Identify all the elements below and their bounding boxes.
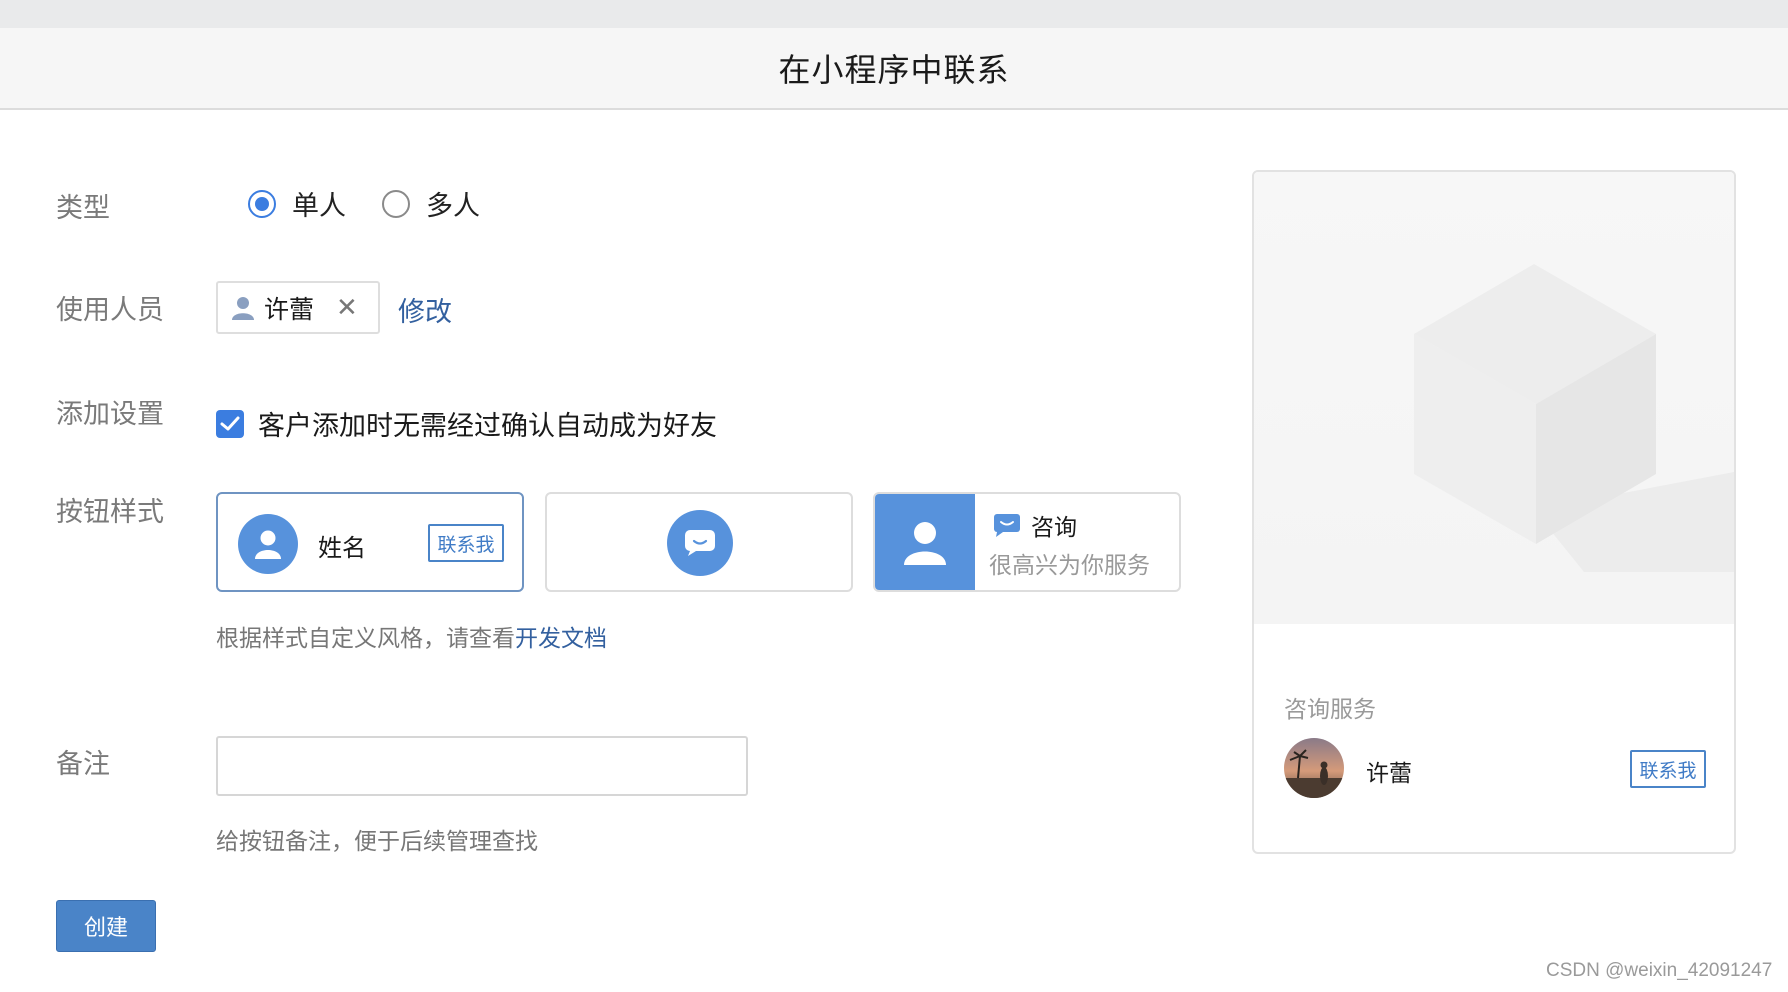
dev-docs-link[interactable]: 开发文档 (515, 626, 607, 652)
style-card-consult[interactable]: 咨询 很高兴为你服务 (873, 492, 1181, 592)
radio-single-label: 单人 (292, 191, 346, 222)
user-chip: 许蕾 ✕ (216, 281, 380, 334)
top-strip (0, 0, 1788, 28)
remark-input[interactable] (216, 736, 748, 796)
user-icon (232, 296, 254, 320)
cube-placeholder-icon (1414, 264, 1734, 572)
users-label: 使用人员 (56, 295, 164, 326)
remark-label: 备注 (56, 749, 110, 780)
auto-friend-checkbox[interactable] (216, 409, 244, 438)
radio-single[interactable]: 单人 (248, 184, 346, 223)
avatar (1284, 738, 1344, 798)
title-bar: 在小程序中联系 (0, 28, 1788, 110)
preview-person-name: 许蕾 (1366, 761, 1412, 787)
user-chip-name: 许蕾 (264, 294, 315, 324)
style-card-name[interactable]: 姓名 联系我 (216, 492, 524, 592)
add-settings-label: 添加设置 (56, 399, 164, 430)
radio-multiple[interactable]: 多人 (382, 184, 480, 223)
contact-me-tag: 联系我 (428, 524, 504, 562)
modify-link[interactable]: 修改 (398, 290, 452, 329)
auto-friend-text: 客户添加时无需经过确认自动成为好友 (258, 411, 717, 442)
check-icon (220, 416, 240, 430)
style-hint: 根据样式自定义风格，请查看开发文档 (216, 619, 607, 653)
style-card-chat[interactable] (545, 492, 853, 592)
avatar-person-icon (238, 514, 298, 574)
close-icon[interactable]: ✕ (336, 295, 358, 321)
button-style-label: 按钮样式 (56, 497, 164, 528)
radio-checked-icon (248, 189, 276, 218)
consult-title: 咨询 (993, 508, 1077, 542)
create-button[interactable]: 创建 (56, 900, 156, 952)
radio-multiple-label: 多人 (426, 191, 480, 222)
remark-hint: 给按钮备注，便于后续管理查找 (216, 829, 538, 855)
preview-panel: 咨询服务 许蕾 联系我 (1252, 170, 1736, 854)
person-silhouette-icon (875, 494, 975, 590)
placeholder-image (1254, 172, 1734, 624)
watermark: CSDN @weixin_42091247 (1546, 960, 1773, 981)
page-title: 在小程序中联系 (778, 51, 1010, 89)
card-name-text: 姓名 (318, 534, 366, 562)
auto-friend-row: 客户添加时无需经过确认自动成为好友 (216, 404, 717, 443)
chat-bubble-icon (667, 510, 733, 576)
radio-unchecked-icon (382, 189, 410, 218)
consult-title-text: 咨询 (1031, 515, 1077, 541)
consult-subtitle: 很高兴为你服务 (989, 553, 1150, 579)
service-label: 咨询服务 (1284, 697, 1376, 723)
type-radio-group: 单人 多人 (248, 184, 516, 223)
style-hint-text: 根据样式自定义风格，请查看 (216, 626, 515, 652)
type-label: 类型 (56, 193, 110, 224)
chat-icon (994, 514, 1020, 537)
preview-contact-button[interactable]: 联系我 (1630, 750, 1706, 788)
